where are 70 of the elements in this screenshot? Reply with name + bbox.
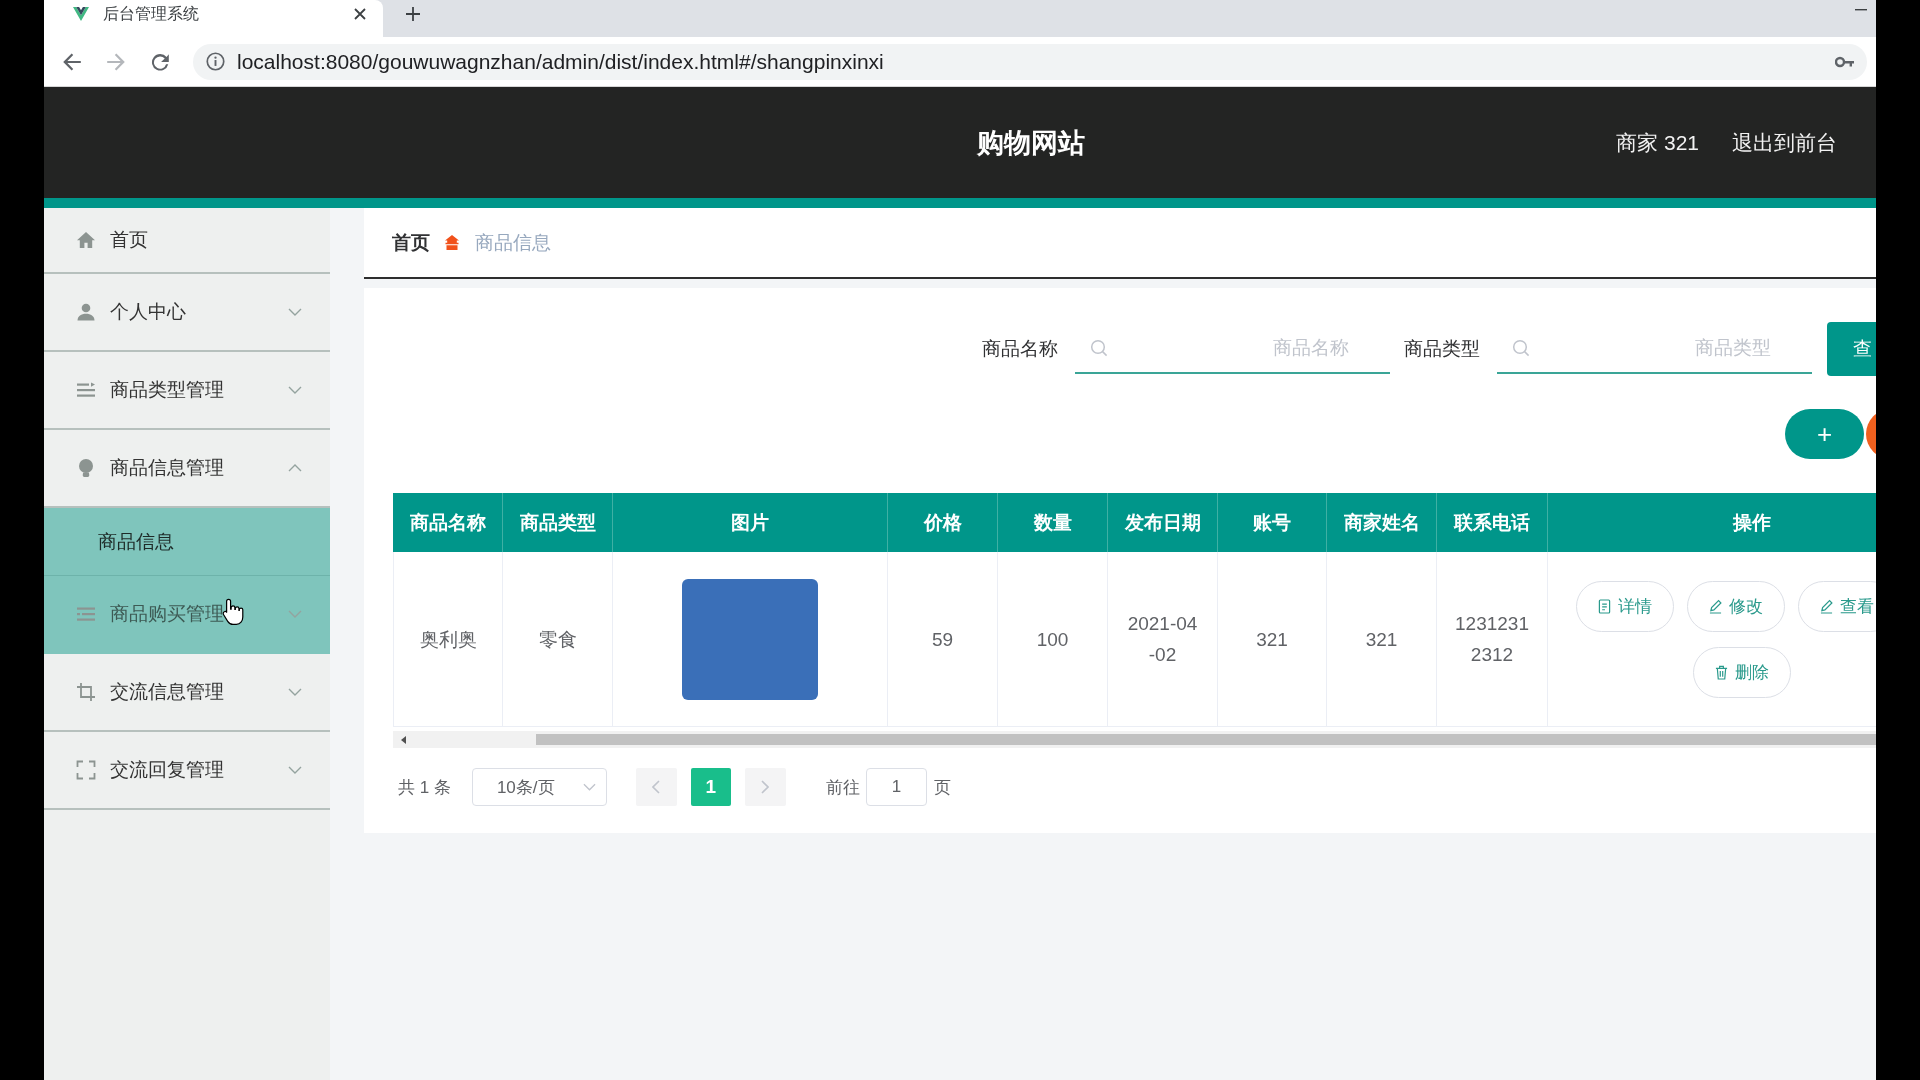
crop-icon <box>76 682 96 702</box>
info-icon[interactable] <box>206 52 225 71</box>
breadcrumb-link[interactable]: 首页 <box>392 229 430 256</box>
menu-item[interactable]: 交流回复管理 <box>44 732 330 810</box>
house-icon <box>444 235 460 250</box>
chevron-left-icon <box>652 780 661 794</box>
goto-label: 前往 <box>825 776 860 799</box>
minimize-icon[interactable] <box>1855 9 1867 11</box>
delete-button[interactable]: 删除 <box>1693 646 1791 698</box>
bulb-icon <box>76 458 96 478</box>
table-cell: 321 <box>1327 552 1437 727</box>
site-title: 购物网站 <box>977 126 1085 160</box>
column-header: 操作 <box>1548 493 1876 552</box>
submenu-item[interactable]: 商品信息 <box>44 508 330 576</box>
page-size-select[interactable]: 10条/页 <box>471 768 607 806</box>
pencil-icon <box>1708 598 1722 614</box>
table-cell: 12312312312 <box>1437 552 1548 727</box>
scroll-left-icon[interactable] <box>401 735 406 744</box>
field-label: 商品名称 <box>982 337 1058 361</box>
menu-item[interactable]: 商品类型管理 <box>44 352 330 430</box>
column-header: 商品类型 <box>503 493 613 552</box>
field-label: 商品类型 <box>1404 337 1480 361</box>
pencil-icon <box>1819 598 1833 614</box>
chevron-down-icon <box>582 783 596 791</box>
hand-cursor-icon <box>222 598 244 626</box>
document-icon <box>1597 598 1611 614</box>
scrollbar-thumb[interactable] <box>536 734 1876 745</box>
nav-link[interactable]: 退出到前台 <box>1732 128 1837 157</box>
table-cell: 零食 <box>503 552 613 727</box>
search-icon <box>1090 339 1108 357</box>
search-button[interactable]: 查 <box>1827 322 1876 376</box>
logo-icon <box>73 7 89 21</box>
table-cell: 奥利奥 <box>393 552 503 727</box>
key-icon[interactable] <box>1835 55 1855 68</box>
page-input[interactable]: 1 <box>865 768 927 806</box>
column-header: 数量 <box>998 493 1108 552</box>
column-header: 发布日期 <box>1108 493 1218 552</box>
new-tab-icon[interactable] <box>406 7 420 21</box>
table-cell: 100 <box>998 552 1108 727</box>
chevron-right-icon <box>761 780 770 794</box>
table-cell: 321 <box>1218 552 1327 727</box>
horizontal-scrollbar[interactable] <box>393 731 1876 748</box>
user-icon <box>76 302 96 322</box>
column-header: 商家姓名 <box>1327 493 1437 552</box>
detail-button[interactable]: 详情 <box>1575 580 1674 632</box>
home-icon <box>76 230 96 250</box>
column-header: 商品名称 <box>393 493 503 552</box>
add-button[interactable]: + <box>1785 409 1864 459</box>
search-icon <box>1512 339 1530 357</box>
column-header: 价格 <box>888 493 998 552</box>
fullscreen-icon <box>76 760 96 780</box>
browser-tab[interactable]: 后台管理系统 <box>44 0 383 37</box>
menu-item[interactable]: 首页 <box>44 208 330 274</box>
column-header: 联系电话 <box>1437 493 1548 552</box>
page-suffix: 页 <box>933 776 951 799</box>
close-icon[interactable] <box>354 8 366 20</box>
list-icon <box>76 380 96 400</box>
table-cell: 2021-04-02 <box>1108 552 1218 727</box>
menu-item[interactable]: 商品购买管理 <box>44 576 330 654</box>
menu-item[interactable]: 个人中心 <box>44 274 330 352</box>
view-button[interactable]: 查看 <box>1797 580 1876 632</box>
trash-icon <box>1715 664 1728 680</box>
edit-button[interactable]: 修改 <box>1686 580 1785 632</box>
column-header: 账号 <box>1218 493 1327 552</box>
menu-item[interactable]: 交流信息管理 <box>44 654 330 732</box>
total-count: 共 1 条 <box>398 776 451 799</box>
address-field[interactable]: localhost:8080/gouwuwagnzhan/admin/dist/index.html#/shangpinxinxi <box>193 43 1867 80</box>
column-header: 图片 <box>613 493 888 552</box>
user-name: 商家 321 <box>1616 129 1699 156</box>
table-cell: 59 <box>888 552 998 727</box>
